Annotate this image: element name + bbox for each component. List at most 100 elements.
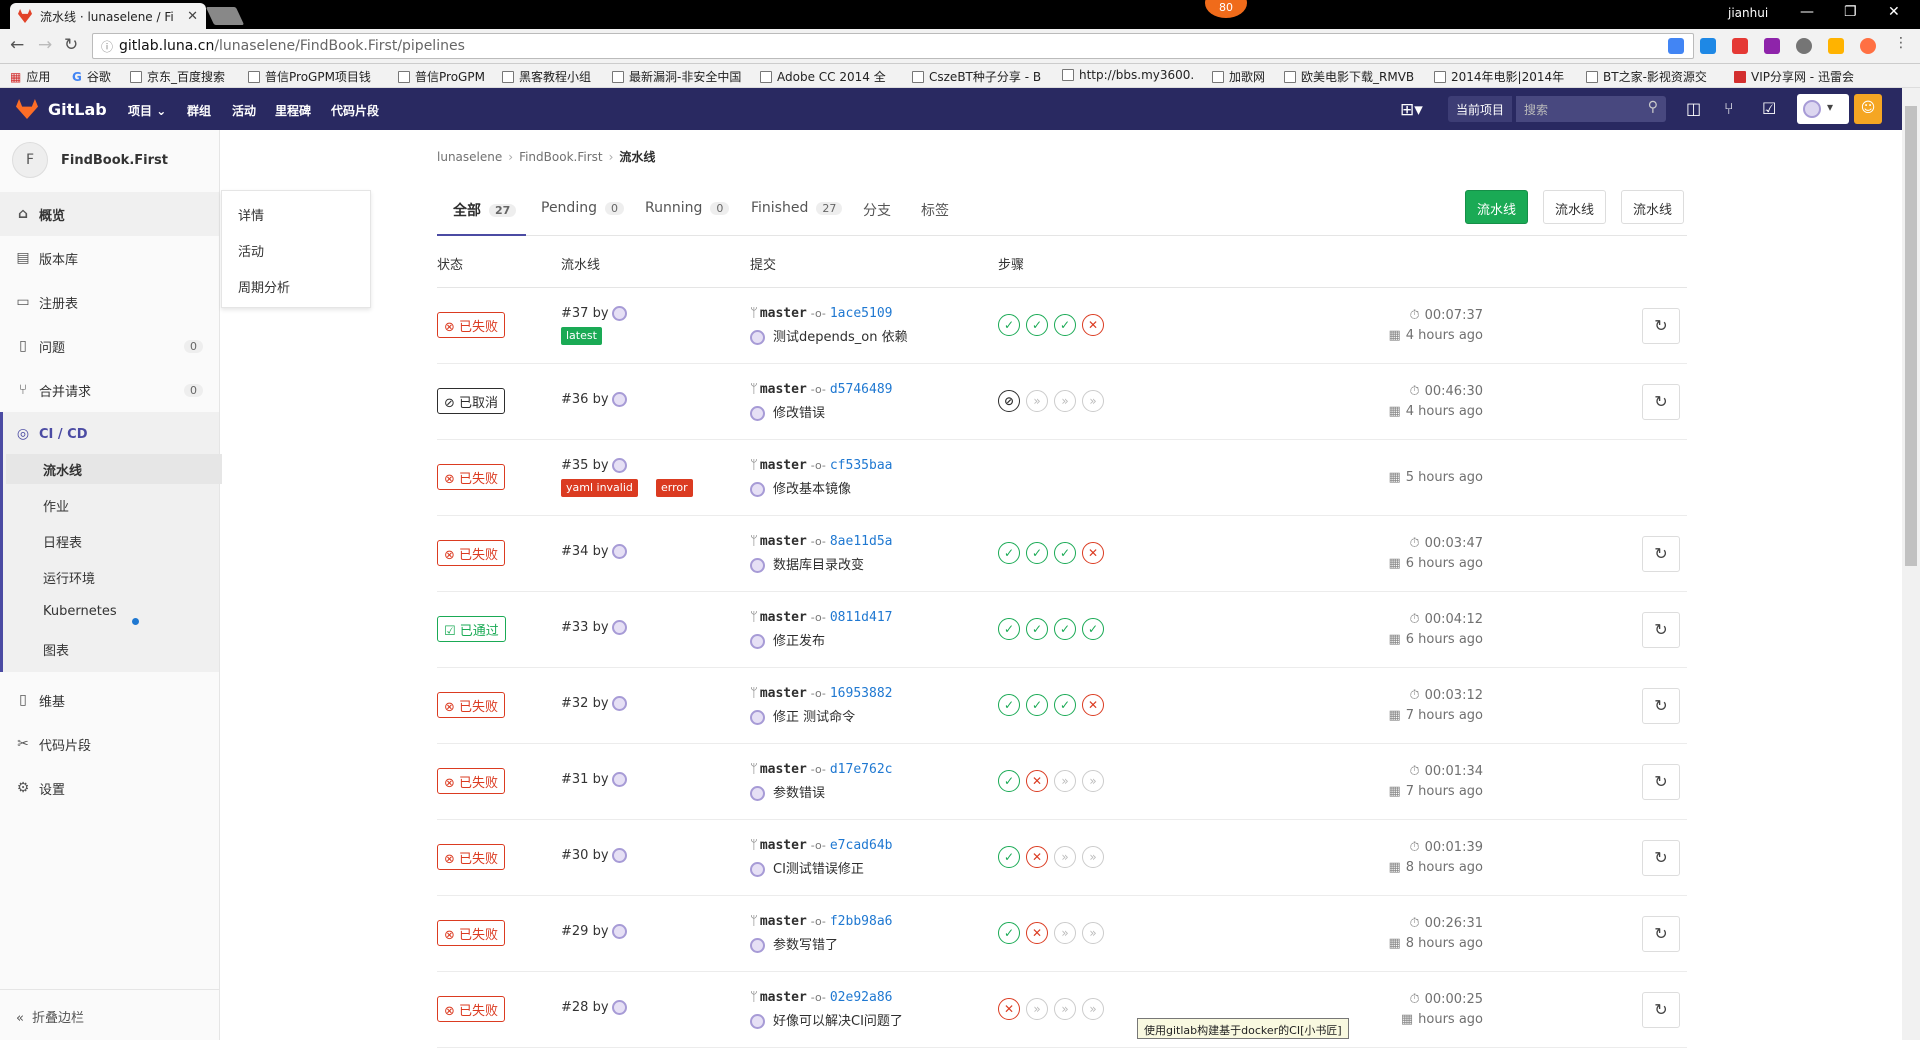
retry-button[interactable]: ↻ xyxy=(1642,764,1680,800)
bookmark-item[interactable]: 2014年电影|2014年 xyxy=(1434,68,1564,85)
commit-message-link[interactable]: 修改基本镜像 xyxy=(773,482,851,497)
sidebar-project-header[interactable]: F FindBook.First xyxy=(12,142,168,178)
bookmark-item[interactable]: 欧美电影下载_RMVB xyxy=(1284,68,1414,85)
retry-button[interactable]: ↻ xyxy=(1642,688,1680,724)
pipeline-id-link[interactable]: #34 by xyxy=(561,544,627,559)
stage-failed-icon[interactable]: ✕ xyxy=(998,998,1020,1020)
stage-failed-icon[interactable]: ✕ xyxy=(1026,770,1048,792)
commit-message-link[interactable]: 修正发布 xyxy=(773,634,825,649)
bookmark-item[interactable]: VIP分享网 - 迅雷会 xyxy=(1734,68,1854,85)
stage-failed-icon[interactable]: ✕ xyxy=(1082,314,1104,336)
nav-groups[interactable]: 群组 xyxy=(187,102,211,119)
stage-success-icon[interactable]: ✓ xyxy=(1054,314,1076,336)
forward-icon[interactable]: → xyxy=(38,35,52,55)
status-badge[interactable]: ⊗ 已失败 xyxy=(437,768,506,794)
sidebar-item-overview[interactable]: ⌂ 概览 xyxy=(0,192,219,236)
sidebar-item-snippets[interactable]: ✂ 代码片段 xyxy=(0,722,219,766)
commit-message-link[interactable]: 好像可以解决CI问题了 xyxy=(773,1014,903,1029)
address-bar[interactable]: ⓘ gitlab.luna.cn/lunaselene/FindBook.Fir… xyxy=(92,33,1694,59)
new-dropdown-plus-icon[interactable]: ⊞▾ xyxy=(1400,100,1423,120)
stage-skipped-icon[interactable]: » xyxy=(1054,770,1076,792)
breadcrumb-namespace[interactable]: lunaselene xyxy=(437,150,502,164)
stage-skipped-icon[interactable]: » xyxy=(1054,846,1076,868)
scrollbar-thumb[interactable] xyxy=(1905,106,1917,566)
nav-milestones[interactable]: 里程碑 xyxy=(275,102,311,119)
stage-skipped-icon[interactable]: » xyxy=(1026,998,1048,1020)
reload-icon[interactable]: ↻ xyxy=(64,35,78,55)
gitlab-logo-icon[interactable] xyxy=(16,99,38,119)
stage-skipped-icon[interactable]: » xyxy=(1082,998,1104,1020)
pipeline-id-link[interactable]: #33 by xyxy=(561,620,627,635)
bookmark-item[interactable]: BT之家-影视资源交 xyxy=(1586,68,1707,85)
status-badge[interactable]: ⊘ 已取消 xyxy=(437,388,506,414)
stage-failed-icon[interactable]: ✕ xyxy=(1026,846,1048,868)
stage-success-icon[interactable]: ✓ xyxy=(1026,314,1048,336)
retry-button[interactable]: ↻ xyxy=(1642,840,1680,876)
retry-button[interactable]: ↻ xyxy=(1642,612,1680,648)
pipeline-button[interactable]: 流水线 xyxy=(1621,190,1685,224)
sidebar-item-issues[interactable]: ▯ 问题 0 xyxy=(0,324,219,368)
stage-success-icon[interactable]: ✓ xyxy=(1026,694,1048,716)
commit-sha-link[interactable]: e7cad64b xyxy=(830,838,893,853)
search-input[interactable]: 搜索 ⚲ xyxy=(1516,96,1666,122)
tab-running[interactable]: Running 0 xyxy=(645,200,730,216)
pipeline-id-link[interactable]: #28 by xyxy=(561,1000,627,1015)
pipeline-id-link[interactable]: #36 by xyxy=(561,392,627,407)
bookmark-item[interactable]: CszeBT种子分享 - B xyxy=(912,68,1041,85)
branch-name-link[interactable]: master xyxy=(760,610,807,625)
sidebar-item-settings[interactable]: ⚙ 设置 xyxy=(0,766,219,810)
commit-message-link[interactable]: 修正 测试命令 xyxy=(773,710,855,725)
info-icon[interactable]: ⓘ xyxy=(101,38,113,55)
pipeline-id-link[interactable]: #31 by xyxy=(561,772,627,787)
commit-message-link[interactable]: 修改错误 xyxy=(773,406,825,421)
bookmark-item[interactable]: G 谷歌 xyxy=(72,68,111,85)
stage-success-icon[interactable]: ✓ xyxy=(1026,618,1048,640)
extension-icon[interactable] xyxy=(1860,38,1876,54)
nav-activity[interactable]: 活动 xyxy=(232,102,256,119)
commit-sha-link[interactable]: 1ace5109 xyxy=(830,306,893,321)
extension-icon[interactable] xyxy=(1732,38,1748,54)
bookmark-item[interactable]: 京东_百度搜索 xyxy=(130,68,225,85)
status-badge[interactable]: ⊗ 已失败 xyxy=(437,920,506,946)
commit-message-link[interactable]: 参数错误 xyxy=(773,786,825,801)
collapse-sidebar-button[interactable]: «折叠边栏 xyxy=(0,989,219,1040)
browser-profile-name[interactable]: jianhui xyxy=(1728,6,1768,20)
sidebar-item-registry[interactable]: ▭ 注册表 xyxy=(0,280,219,324)
extension-icon[interactable] xyxy=(1764,38,1780,54)
user-extension-icon[interactable]: ☺ xyxy=(1854,94,1882,124)
stage-success-icon[interactable]: ✓ xyxy=(998,770,1020,792)
retry-button[interactable]: ↻ xyxy=(1642,916,1680,952)
extension-icon[interactable] xyxy=(1828,38,1844,54)
stage-success-icon[interactable]: ✓ xyxy=(1054,618,1076,640)
commit-sha-link[interactable]: 8ae11d5a xyxy=(830,534,893,549)
extension-icon[interactable] xyxy=(1700,38,1716,54)
sidebar-item-wiki[interactable]: ▯ 维基 xyxy=(0,678,219,722)
status-badge[interactable]: ⊗ 已失败 xyxy=(437,540,506,566)
retry-button[interactable]: ↻ xyxy=(1642,992,1680,1028)
commit-message-link[interactable]: CI测试错误修正 xyxy=(773,862,864,877)
stage-success-icon[interactable]: ✓ xyxy=(998,694,1020,716)
commit-sha-link[interactable]: d17e762c xyxy=(830,762,893,777)
stage-failed-icon[interactable]: ✕ xyxy=(1082,694,1104,716)
merge-requests-icon[interactable]: ⑂ xyxy=(1724,99,1734,118)
branch-name-link[interactable]: master xyxy=(760,914,807,929)
page-scrollbar[interactable] xyxy=(1902,88,1920,1040)
commit-message-link[interactable]: 参数写错了 xyxy=(773,938,838,953)
stage-success-icon[interactable]: ✓ xyxy=(1026,542,1048,564)
pipeline-id-link[interactable]: #37 by xyxy=(561,306,627,321)
bookmark-item[interactable]: 普信ProGPM项目钱 xyxy=(248,68,371,85)
stage-canceled-icon[interactable]: ⊘ xyxy=(998,390,1020,412)
branch-name-link[interactable]: master xyxy=(760,382,807,397)
stage-success-icon[interactable]: ✓ xyxy=(1082,618,1104,640)
pipeline-id-link[interactable]: #29 by xyxy=(561,924,627,939)
bookmark-item[interactable]: Adobe CC 2014 全 xyxy=(760,68,886,85)
run-pipeline-button[interactable]: 流水线 xyxy=(1465,190,1529,224)
pipeline-id-link[interactable]: #35 by xyxy=(561,458,627,473)
breadcrumb-project[interactable]: FindBook.First xyxy=(519,150,603,164)
branch-name-link[interactable]: master xyxy=(760,838,807,853)
sidebar-toggle-icon[interactable]: ◫ xyxy=(1686,99,1701,118)
pipeline-button[interactable]: 流水线 xyxy=(1543,190,1607,224)
stage-skipped-icon[interactable]: » xyxy=(1082,390,1104,412)
menu-icon[interactable]: ⋮ xyxy=(1894,35,1908,51)
tab-all[interactable]: 全部 27 xyxy=(453,200,517,220)
